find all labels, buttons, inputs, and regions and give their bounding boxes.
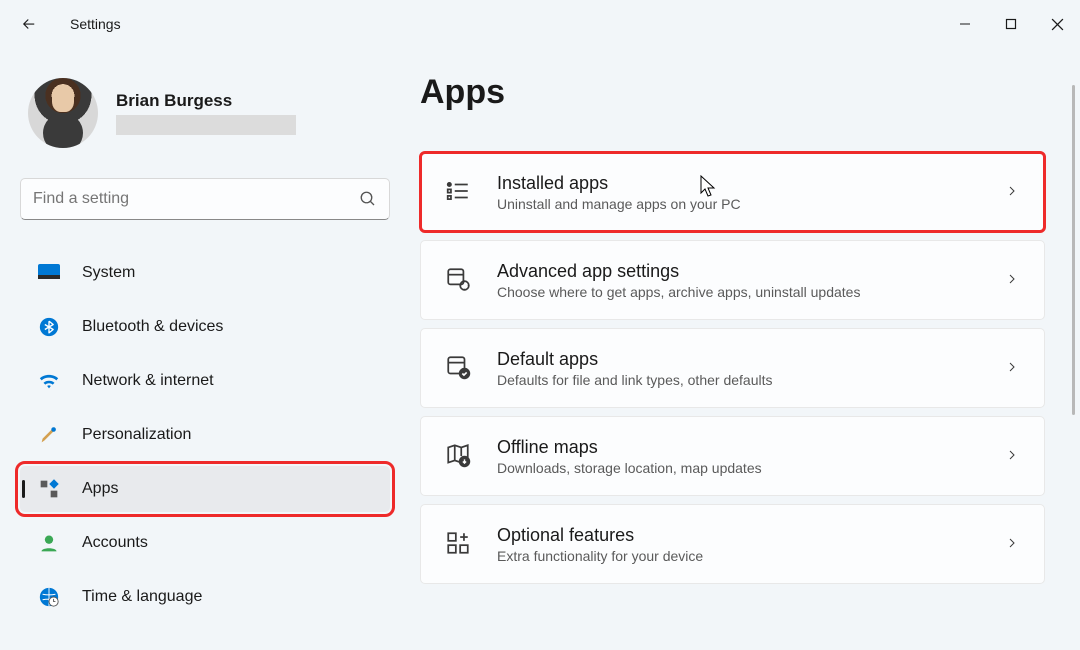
card-installed-apps[interactable]: Installed apps Uninstall and manage apps… <box>420 152 1045 232</box>
window-title: Settings <box>70 16 121 32</box>
nav-network[interactable]: Network & internet <box>20 358 390 404</box>
user-name: Brian Burgess <box>116 91 296 111</box>
nav-label: System <box>82 264 135 282</box>
card-subtitle: Downloads, storage location, map updates <box>497 460 982 476</box>
titlebar: Settings <box>0 0 1080 48</box>
nav-apps[interactable]: Apps <box>20 466 390 512</box>
map-download-icon <box>445 442 473 470</box>
back-button[interactable] <box>20 4 60 44</box>
main-panel: Apps Installed apps Uninstall and manage… <box>420 48 1060 628</box>
nav-label: Network & internet <box>82 372 214 390</box>
search-box[interactable] <box>20 178 390 220</box>
chevron-right-icon <box>1006 185 1020 199</box>
nav-label: Personalization <box>82 426 191 444</box>
chevron-right-icon <box>1006 449 1020 463</box>
close-button[interactable] <box>1034 4 1080 44</box>
nav-system[interactable]: System <box>20 250 390 296</box>
bluetooth-icon <box>38 316 60 338</box>
wifi-icon <box>38 370 60 392</box>
search-input[interactable] <box>33 190 359 208</box>
card-advanced-settings[interactable]: Advanced app settings Choose where to ge… <box>420 240 1045 320</box>
nav-accounts[interactable]: Accounts <box>20 520 390 566</box>
card-title: Optional features <box>497 525 982 546</box>
list-icon <box>445 178 473 206</box>
scrollbar[interactable] <box>1072 85 1075 415</box>
nav-label: Time & language <box>82 588 202 606</box>
grid-plus-icon <box>445 530 473 558</box>
card-optional-features[interactable]: Optional features Extra functionality fo… <box>420 504 1045 584</box>
nav-label: Accounts <box>82 534 148 552</box>
page-title: Apps <box>420 73 1045 112</box>
card-title: Offline maps <box>497 437 982 458</box>
nav-time-language[interactable]: Time & language <box>20 574 390 620</box>
card-offline-maps[interactable]: Offline maps Downloads, storage location… <box>420 416 1045 496</box>
minimize-button[interactable] <box>942 4 988 44</box>
apps-icon <box>38 478 60 500</box>
card-title: Advanced app settings <box>497 261 982 282</box>
card-subtitle: Choose where to get apps, archive apps, … <box>497 284 982 300</box>
paintbrush-icon <box>38 424 60 446</box>
nav-label: Bluetooth & devices <box>82 318 223 336</box>
nav-personalization[interactable]: Personalization <box>20 412 390 458</box>
card-subtitle: Uninstall and manage apps on your PC <box>497 196 982 212</box>
app-check-icon <box>445 354 473 382</box>
chevron-right-icon <box>1006 537 1020 551</box>
card-default-apps[interactable]: Default apps Defaults for file and link … <box>420 328 1045 408</box>
chevron-right-icon <box>1006 273 1020 287</box>
nav-bluetooth[interactable]: Bluetooth & devices <box>20 304 390 350</box>
chevron-right-icon <box>1006 361 1020 375</box>
card-subtitle: Defaults for file and link types, other … <box>497 372 982 388</box>
avatar <box>28 78 98 148</box>
card-title: Default apps <box>497 349 982 370</box>
window-controls <box>942 4 1080 44</box>
card-title: Installed apps <box>497 173 982 194</box>
maximize-button[interactable] <box>988 4 1034 44</box>
sidebar: Brian Burgess System Bluetooth & devices <box>20 48 390 628</box>
search-icon <box>359 190 377 208</box>
user-section[interactable]: Brian Burgess <box>20 48 390 168</box>
user-email-redacted <box>116 115 296 135</box>
system-icon <box>38 262 60 284</box>
globe-clock-icon <box>38 586 60 608</box>
card-subtitle: Extra functionality for your device <box>497 548 982 564</box>
nav-label: Apps <box>82 480 118 498</box>
app-gear-icon <box>445 266 473 294</box>
person-icon <box>38 532 60 554</box>
